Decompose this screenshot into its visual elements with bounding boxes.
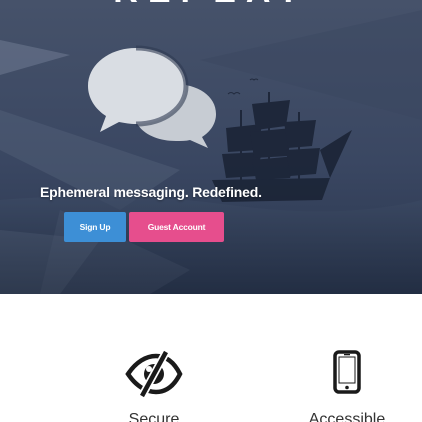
hero-section: REPEAT Ephemeral messaging. Redefined. S… — [0, 0, 422, 294]
app-title: REPEAT — [0, 0, 422, 8]
page: REPEAT Ephemeral messaging. Redefined. S… — [0, 0, 422, 422]
hero-tagline: Ephemeral messaging. Redefined. — [40, 184, 262, 200]
feature-label: Accessible — [308, 411, 386, 422]
feature-label: Secure — [128, 411, 180, 422]
guest-account-button[interactable]: Guest Account — [129, 212, 224, 242]
speech-bubbles-icon — [88, 45, 216, 148]
mobile-phone-icon — [333, 350, 361, 394]
sign-up-button[interactable]: Sign Up — [64, 212, 126, 242]
features-section: Secure Accessible — [0, 294, 422, 422]
eye-slash-icon — [125, 350, 183, 398]
